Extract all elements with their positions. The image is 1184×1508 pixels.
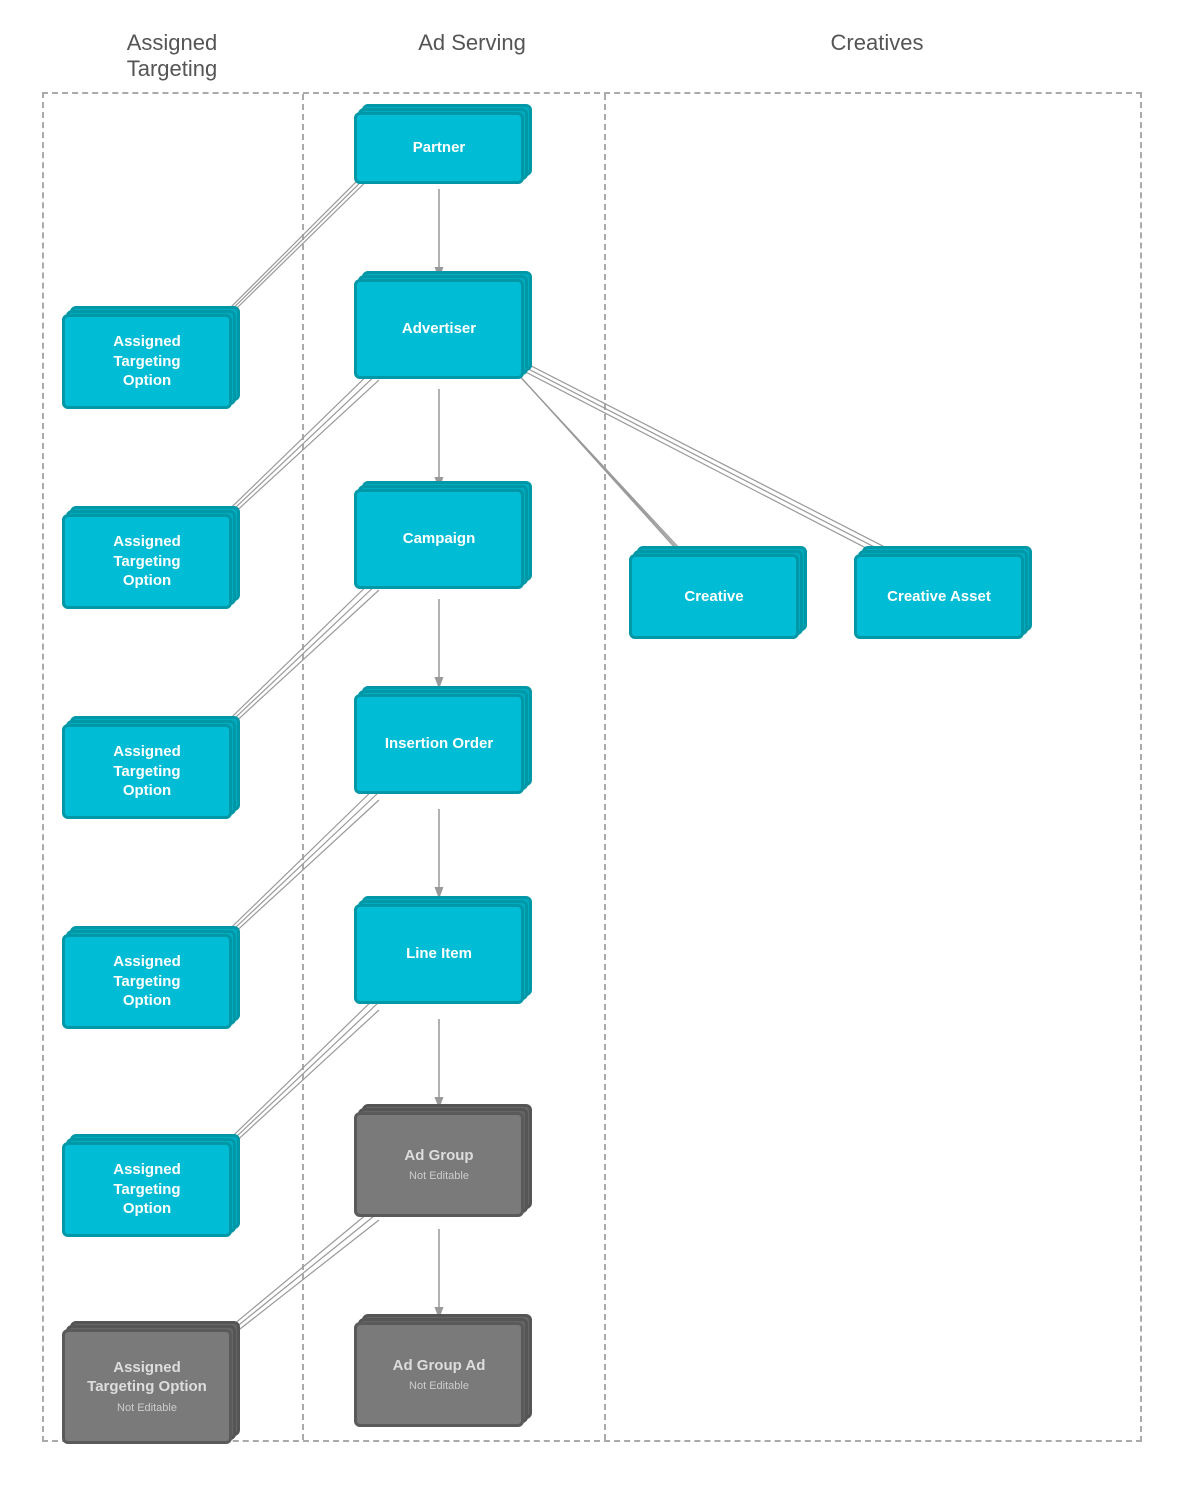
ato5-node: AssignedTargetingOption	[62, 1142, 232, 1237]
ato6-subtitle: Not Editable	[117, 1401, 177, 1415]
col-header-creatives: Creatives	[612, 30, 1142, 82]
creative-stack: Creative	[629, 554, 799, 639]
col-header-ad-serving: Ad Serving	[302, 30, 612, 82]
advertiser-node: Advertiser	[354, 279, 524, 379]
ad-group-stack: Ad Group Not Editable	[354, 1112, 524, 1217]
ad-group-ad-subtitle: Not Editable	[409, 1379, 469, 1393]
main-area: Partner AssignedTargetingOption Advertis…	[42, 92, 1142, 1442]
ato1-label: AssignedTargetingOption	[113, 332, 181, 391]
ato4-stack: AssignedTargetingOption	[62, 934, 232, 1029]
ato3-stack: AssignedTargetingOption	[62, 724, 232, 819]
line-item-stack: Line Item	[354, 904, 524, 1004]
column-headers: AssignedTargeting Ad Serving Creatives	[42, 30, 1142, 82]
ato1-stack: AssignedTargetingOption	[62, 314, 232, 409]
ato5-label: AssignedTargetingOption	[113, 1160, 181, 1219]
ato4-node: AssignedTargetingOption	[62, 934, 232, 1029]
line-item-node: Line Item	[354, 904, 524, 1004]
advertiser-label: Advertiser	[402, 319, 476, 339]
ato6-stack: AssignedTargeting Option Not Editable	[62, 1329, 232, 1444]
advertiser-stack: Advertiser	[354, 279, 524, 379]
ato6-node: AssignedTargeting Option Not Editable	[62, 1329, 232, 1444]
partner-label: Partner	[413, 138, 466, 158]
ato5-stack: AssignedTargetingOption	[62, 1142, 232, 1237]
ad-group-label: Ad Group	[404, 1146, 473, 1166]
ad-group-ad-label: Ad Group Ad	[393, 1356, 486, 1376]
line-item-label: Line Item	[406, 944, 472, 964]
diagram-container: AssignedTargeting Ad Serving Creatives	[42, 30, 1142, 1442]
ato2-node: AssignedTargetingOption	[62, 514, 232, 609]
creative-asset-node: Creative Asset	[854, 554, 1024, 639]
partner-node: Partner	[354, 112, 524, 184]
partner-stack: Partner	[354, 112, 524, 184]
divider-2	[604, 94, 606, 1440]
ad-group-node: Ad Group Not Editable	[354, 1112, 524, 1217]
insertion-order-stack: Insertion Order	[354, 694, 524, 794]
ad-group-subtitle: Not Editable	[409, 1169, 469, 1183]
ato4-label: AssignedTargetingOption	[113, 952, 181, 1011]
insertion-order-node: Insertion Order	[354, 694, 524, 794]
creative-label: Creative	[684, 587, 743, 607]
campaign-node: Campaign	[354, 489, 524, 589]
campaign-label: Campaign	[403, 529, 476, 549]
ato2-stack: AssignedTargetingOption	[62, 514, 232, 609]
divider-1	[302, 94, 304, 1440]
ad-group-ad-stack: Ad Group Ad Not Editable	[354, 1322, 524, 1427]
creative-asset-label: Creative Asset	[887, 587, 991, 607]
ad-group-ad-node: Ad Group Ad Not Editable	[354, 1322, 524, 1427]
ato6-label: AssignedTargeting Option	[87, 1358, 207, 1397]
ato3-node: AssignedTargetingOption	[62, 724, 232, 819]
creative-asset-stack: Creative Asset	[854, 554, 1024, 639]
insertion-order-label: Insertion Order	[385, 734, 493, 754]
ato3-label: AssignedTargetingOption	[113, 742, 181, 801]
ato1-node: AssignedTargetingOption	[62, 314, 232, 409]
creative-node: Creative	[629, 554, 799, 639]
ato2-label: AssignedTargetingOption	[113, 532, 181, 591]
col-header-assigned-targeting: AssignedTargeting	[42, 30, 302, 82]
campaign-stack: Campaign	[354, 489, 524, 589]
